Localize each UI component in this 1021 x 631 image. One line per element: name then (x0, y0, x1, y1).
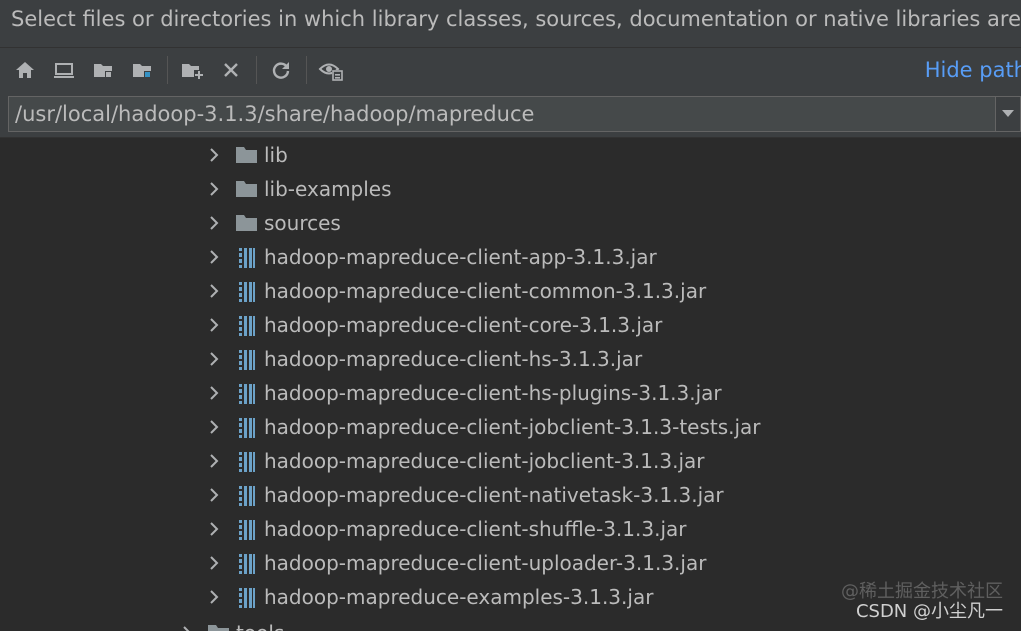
home-button[interactable] (11, 56, 39, 84)
tree-item-label: hadoop-mapreduce-client-app-3.1.3.jar (264, 245, 657, 269)
watermark: @稀土掘金技术社区 CSDN @小尘凡一 (841, 582, 1003, 622)
chevron-right-icon[interactable] (207, 316, 221, 334)
project-button[interactable] (89, 56, 117, 84)
toolbar-separator (256, 56, 257, 84)
tree-item-label: hadoop-mapreduce-client-nativetask-3.1.3… (264, 483, 724, 507)
tree-row[interactable]: lib (0, 138, 1021, 172)
folder-icon (236, 145, 258, 165)
delete-button[interactable] (217, 56, 245, 84)
chevron-right-icon[interactable] (207, 214, 221, 232)
new-folder-button[interactable] (178, 56, 206, 84)
tree-row[interactable]: lib-examples (0, 172, 1021, 206)
module-button[interactable] (128, 56, 156, 84)
watermark-line1: @稀土掘金技术社区 (841, 581, 1003, 602)
tree-row[interactable]: hadoop-mapreduce-client-uploader-3.1.3.j… (0, 546, 1021, 580)
folder-icon (208, 623, 230, 631)
jar-icon (236, 281, 258, 302)
jar-icon (236, 519, 258, 540)
jar-icon (236, 587, 258, 608)
tree-row[interactable]: hadoop-mapreduce-client-shuffle-3.1.3.ja… (0, 512, 1021, 546)
divider (0, 47, 1021, 48)
show-hidden-icon (318, 63, 343, 81)
watermark-line2: CSDN @小尘凡一 (855, 601, 1003, 622)
toolbar-separator (306, 56, 307, 84)
jar-icon (236, 349, 258, 370)
tree-item-label: sources (264, 211, 341, 235)
new-folder-icon (182, 64, 204, 80)
chevron-right-icon[interactable] (207, 418, 221, 436)
jar-icon (236, 417, 258, 438)
jar-icon (236, 485, 258, 506)
tree-item-label: tools (236, 616, 284, 631)
jar-icon (236, 553, 258, 574)
show-hidden-button[interactable] (317, 56, 345, 84)
path-dropdown-button[interactable] (995, 97, 1020, 131)
tree-row[interactable]: hadoop-mapreduce-client-jobclient-3.1.3.… (0, 444, 1021, 478)
tree-item-label: hadoop-mapreduce-client-hs-plugins-3.1.3… (264, 381, 722, 405)
toolbar: Hide path (0, 50, 1021, 90)
jar-icon (236, 247, 258, 268)
path-input[interactable]: /usr/local/hadoop-3.1.3/share/hadoop/map… (9, 97, 994, 131)
tree-item-label: hadoop-mapreduce-client-common-3.1.3.jar (264, 279, 707, 303)
tree-item-label: hadoop-mapreduce-client-uploader-3.1.3.j… (264, 551, 707, 575)
file-tree[interactable]: lib lib-examples sources hadoop-mapreduce-c… (0, 137, 1021, 631)
desktop-button[interactable] (50, 56, 78, 84)
tree-row[interactable]: hadoop-mapreduce-client-nativetask-3.1.3… (0, 478, 1021, 512)
chevron-right-icon[interactable] (207, 350, 221, 368)
tree-row[interactable]: hadoop-mapreduce-client-hs-3.1.3.jar (0, 342, 1021, 376)
tree-item-label: lib-examples (264, 177, 392, 201)
tree-row[interactable]: hadoop-mapreduce-client-jobclient-3.1.3-… (0, 410, 1021, 444)
chevron-right-icon[interactable] (207, 282, 221, 300)
tree-item-label: hadoop-mapreduce-client-hs-3.1.3.jar (264, 347, 643, 371)
project-folder-icon (94, 64, 112, 78)
chevron-right-icon[interactable] (207, 486, 221, 504)
home-icon (16, 62, 34, 78)
chevron-right-icon[interactable] (207, 384, 221, 402)
tree-item-label: lib (264, 143, 288, 167)
tree-row[interactable]: hadoop-mapreduce-client-common-3.1.3.jar (0, 274, 1021, 308)
dialog-description: Select files or directories in which lib… (11, 7, 1021, 31)
chevron-right-icon[interactable] (207, 588, 221, 606)
tree-item-label: hadoop-mapreduce-examples-3.1.3.jar (264, 585, 654, 609)
tree-item-label: hadoop-mapreduce-client-shuffle-3.1.3.ja… (264, 517, 687, 541)
chevron-right-icon[interactable] (207, 554, 221, 572)
jar-icon (236, 383, 258, 404)
chevron-down-icon (1002, 110, 1014, 117)
chevron-right-icon[interactable] (207, 146, 221, 164)
chevron-right-icon[interactable] (207, 520, 221, 538)
refresh-button[interactable] (267, 56, 295, 84)
jar-icon (236, 315, 258, 336)
tree-item-label: hadoop-mapreduce-client-jobclient-3.1.3.… (264, 449, 705, 473)
tree-row[interactable]: hadoop-mapreduce-client-app-3.1.3.jar (0, 240, 1021, 274)
folder-icon (236, 213, 258, 233)
tree-item-label: hadoop-mapreduce-client-core-3.1.3.jar (264, 313, 663, 337)
hide-path-link[interactable]: Hide path (925, 56, 1021, 84)
toolbar-separator (167, 56, 168, 84)
tree-item-label: hadoop-mapreduce-client-jobclient-3.1.3-… (264, 415, 761, 439)
delete-icon (224, 63, 238, 77)
tree-row[interactable]: hadoop-mapreduce-client-core-3.1.3.jar (0, 308, 1021, 342)
module-folder-icon (133, 64, 151, 78)
refresh-icon (272, 62, 290, 79)
path-combobox[interactable]: /usr/local/hadoop-3.1.3/share/hadoop/map… (8, 96, 1021, 132)
file-chooser-dialog: Select files or directories in which lib… (0, 0, 1021, 631)
tree-row[interactable]: hadoop-mapreduce-client-hs-plugins-3.1.3… (0, 376, 1021, 410)
folder-icon (236, 179, 258, 199)
jar-icon (236, 451, 258, 472)
chevron-right-icon[interactable] (207, 248, 221, 266)
desktop-icon (54, 63, 74, 78)
chevron-right-icon[interactable] (180, 624, 194, 631)
chevron-right-icon[interactable] (207, 180, 221, 198)
tree-row[interactable]: sources (0, 206, 1021, 240)
chevron-right-icon[interactable] (207, 452, 221, 470)
